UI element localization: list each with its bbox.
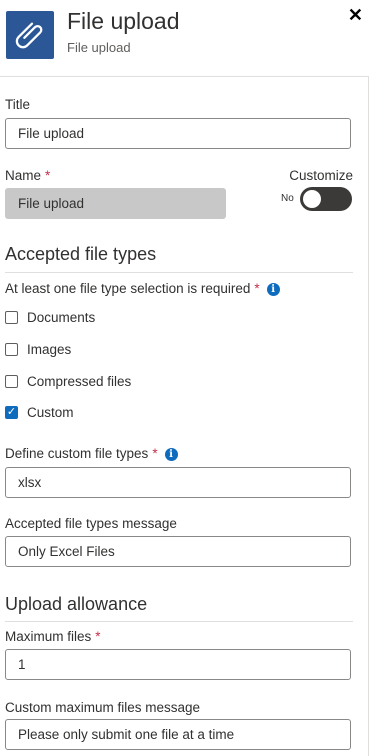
toggle-state-text: No [281, 193, 294, 204]
info-icon[interactable]: i [164, 448, 178, 461]
name-label: Name * [5, 168, 51, 183]
max-files-label: Maximum files * [5, 629, 101, 644]
required-marker: * [45, 168, 51, 183]
panel-header: File upload File upload ✕ [0, 0, 369, 77]
types-message-input[interactable] [5, 536, 351, 567]
panel-subtitle: File upload [67, 40, 131, 55]
upload-allowance-heading: Upload allowance [5, 594, 148, 614]
info-icon[interactable]: i [266, 283, 280, 296]
checkbox-documents[interactable]: Documents [5, 310, 95, 325]
max-message-label: Custom maximum files message [5, 700, 201, 715]
types-message-label: Accepted file types message [5, 516, 177, 531]
title-input[interactable] [5, 118, 351, 149]
section-divider [5, 272, 353, 273]
max-message-input[interactable] [5, 719, 351, 750]
checkbox-box[interactable] [5, 375, 18, 388]
required-marker: * [254, 281, 260, 296]
name-input [5, 188, 226, 219]
checkmark-icon[interactable]: ✓ [5, 406, 18, 419]
checkbox-box[interactable] [5, 311, 18, 324]
checkbox-custom[interactable]: ✓ Custom [5, 405, 74, 420]
custom-types-label: Define custom file types * i [5, 446, 178, 461]
panel-title: File upload [67, 8, 180, 34]
section-divider [5, 621, 353, 622]
required-marker: * [95, 629, 101, 644]
toggle-knob [303, 190, 321, 208]
customize-label: Customize [289, 168, 353, 183]
title-label: Title [5, 97, 31, 112]
accepted-types-heading: Accepted file types [5, 244, 157, 264]
close-icon[interactable]: ✕ [348, 5, 363, 26]
paperclip-icon [6, 11, 54, 59]
file-type-hint: At least one file type selection is requ… [5, 281, 280, 296]
required-marker: * [152, 446, 158, 461]
checkbox-images[interactable]: Images [5, 342, 71, 357]
customize-toggle[interactable] [300, 187, 352, 211]
checkbox-compressed-files[interactable]: Compressed files [5, 374, 131, 389]
max-files-input[interactable] [5, 649, 351, 680]
checkbox-box[interactable] [5, 343, 18, 356]
custom-types-input[interactable] [5, 467, 351, 498]
